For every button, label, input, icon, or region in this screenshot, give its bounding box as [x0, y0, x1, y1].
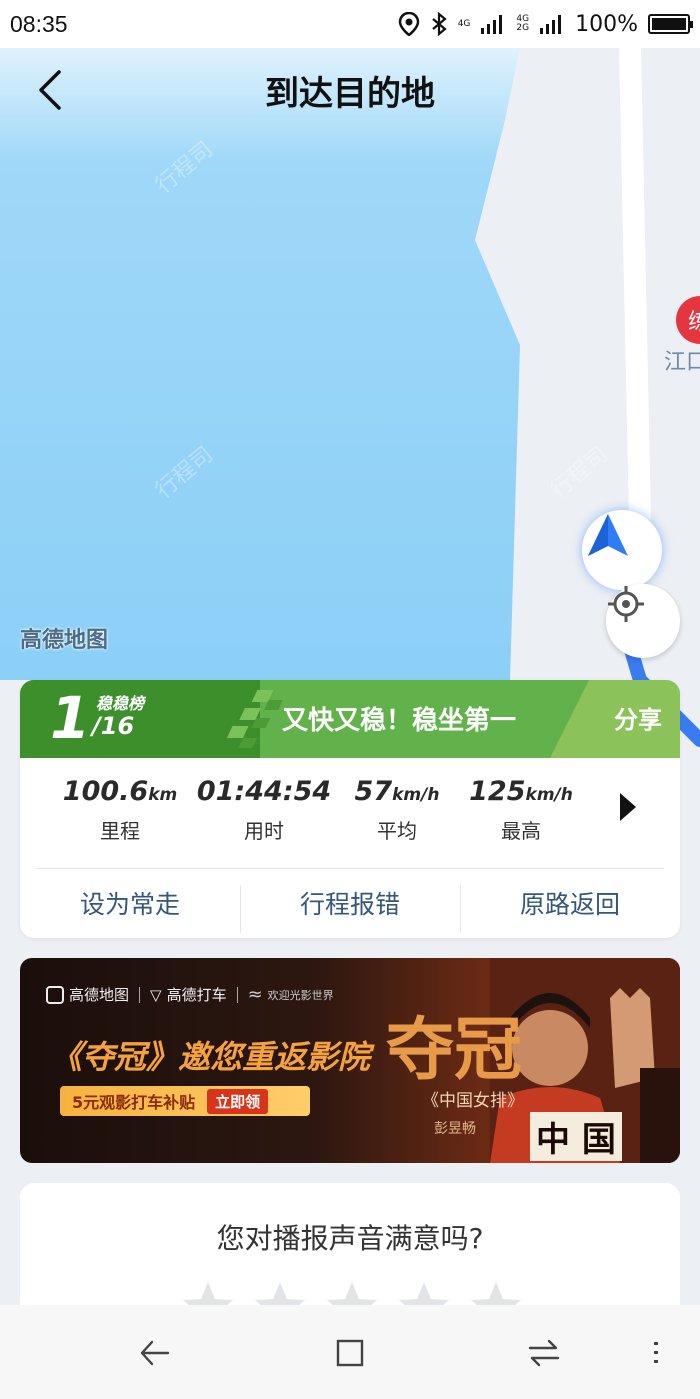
rank-number: 1 — [50, 684, 91, 752]
movie-subtitle: 《中国女排》 — [422, 1091, 524, 1111]
cinema-logo-icon: ≈ — [247, 984, 263, 1005]
amap-logo-icon — [46, 985, 64, 1004]
movie-title: 夺冠 — [386, 1010, 523, 1090]
trip-stats[interactable]: 100.6km 里程 01:44:54 用时 57km/h 平均 125km/h… — [20, 776, 680, 856]
ranking-slogan: 又快又稳！稳坐第一 — [282, 706, 517, 736]
navigation-arrow-button[interactable] — [582, 510, 662, 590]
status-time: 08:35 — [10, 10, 68, 37]
jersey-text: 中 国 — [530, 1112, 622, 1161]
navigation-arrow-icon — [588, 514, 628, 556]
partner-logos: 高德地图 ▽ 高德打车 ≈ 欢迎光影世界 — [46, 984, 334, 1005]
title-bar: 到达目的地 — [0, 48, 700, 132]
stat-max-speed: 125km/h 最高 — [469, 776, 573, 843]
promo-banner[interactable]: 高德地图 ▽ 高德打车 ≈ 欢迎光影世界 《夺冠》邀您重返影院 5元观影打车补贴 立… — [20, 958, 680, 1163]
rank-board-label: 稳稳榜 — [96, 694, 145, 713]
signal-strength-icon — [481, 15, 503, 34]
promo-offer[interactable]: 5元观影打车补贴 立即领 — [60, 1086, 310, 1116]
location-icon — [398, 12, 419, 36]
status-bar: 08:35 4G 4G 2G 100% — [0, 0, 700, 48]
taxi-logo-icon: ▽ — [150, 985, 162, 1004]
nav-switch-apps-button[interactable] — [526, 1335, 562, 1371]
trip-actions: 设为常走 行程报错 原路返回 — [20, 870, 680, 936]
network-type-label: 4G — [457, 18, 471, 29]
divider — [36, 868, 664, 869]
survey-question: 您对播报声音满意吗? — [216, 1222, 484, 1255]
status-icons: 4G 4G 2G 100% — [398, 11, 693, 37]
movie-credit: 彭昱畅 — [434, 1121, 476, 1137]
report-trip-error-button[interactable]: 行程报错 — [240, 885, 460, 933]
nav-back-button[interactable] — [136, 1335, 172, 1371]
promo-headline: 《夺冠》邀您重返影院 — [50, 1038, 371, 1076]
signal-strength-icon — [540, 15, 562, 34]
share-button[interactable]: 分享 — [614, 700, 662, 735]
back-button[interactable] — [30, 66, 70, 114]
bluetooth-icon — [431, 12, 447, 36]
nav-menu-button[interactable] — [646, 1335, 666, 1371]
claim-button[interactable]: 立即领 — [207, 1088, 269, 1114]
poi-label[interactable]: 江口 — [664, 344, 700, 376]
return-same-route-button[interactable]: 原路返回 — [460, 885, 680, 933]
water-area — [0, 48, 520, 680]
nav-home-button[interactable] — [332, 1335, 368, 1371]
switch-arrows-icon — [528, 1339, 560, 1367]
battery-icon — [648, 14, 693, 34]
trip-summary-card: 1 稳稳榜 /16 又快又稳！稳坐第一 分享 100.6km 里程 01:44:… — [20, 680, 680, 938]
play-arrow-icon[interactable] — [616, 790, 640, 824]
more-vertical-icon — [654, 1342, 658, 1363]
ranking-banner[interactable]: 1 稳稳榜 /16 又快又稳！稳坐第一 分享 — [20, 680, 680, 758]
crosshair-icon — [608, 586, 644, 622]
square-icon — [336, 1339, 364, 1367]
system-nav-bar — [0, 1305, 700, 1399]
locate-me-button[interactable] — [606, 584, 680, 658]
battery-percent: 100% — [575, 11, 638, 37]
stat-duration: 01:44:54 用时 — [196, 776, 332, 843]
chevron-left-icon — [39, 70, 61, 110]
stat-average-speed: 57km/h 平均 — [354, 776, 440, 843]
stat-distance: 100.6km 里程 — [62, 776, 178, 843]
network-type-label: 4G 2G — [516, 14, 530, 33]
checker-stripes-decoration — [226, 690, 283, 748]
map-logo: 高德地图 — [20, 628, 109, 653]
page-title: 到达目的地 — [265, 73, 435, 114]
back-arrow-icon — [140, 1340, 170, 1366]
set-frequent-route-button[interactable]: 设为常走 — [20, 885, 240, 921]
rank-total: /16 — [92, 712, 135, 740]
